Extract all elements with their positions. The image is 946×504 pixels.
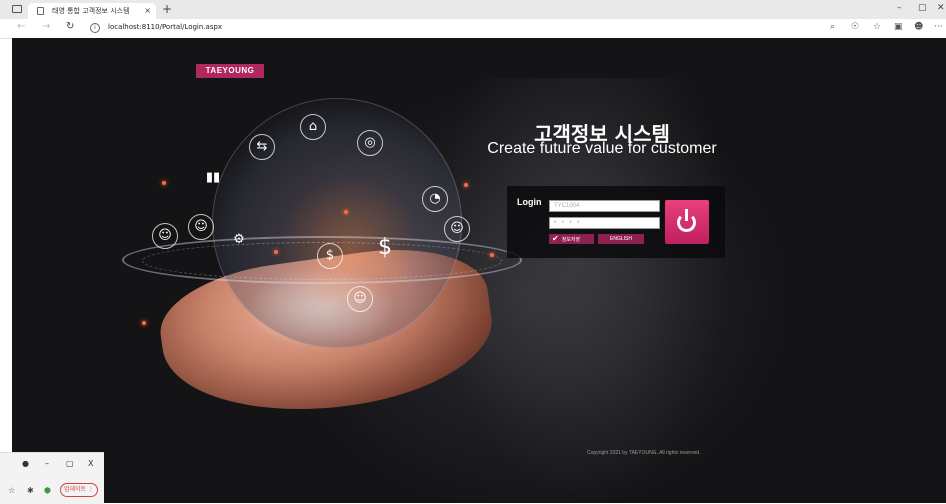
login-page: ⌂ ⇆ ◎ ▮▮ ◔ ☺ ☺ ☺ ☺ $ $ ⚙ TAEYOUNG 고객정보 시… <box>12 38 946 503</box>
new-tab-button[interactable]: + <box>162 2 172 16</box>
window-menu-icon[interactable] <box>12 5 22 13</box>
tab-close-icon[interactable]: × <box>144 3 151 19</box>
light-spark <box>142 321 146 325</box>
remember-label: 정보저장 <box>561 237 581 243</box>
target-icon: ◎ <box>357 130 383 156</box>
page-subtitle: Create future value for customer <box>487 140 717 157</box>
english-button[interactable]: ENGLISH <box>598 234 644 244</box>
reload-icon[interactable]: ↻ <box>66 21 74 32</box>
light-spark <box>490 253 494 257</box>
copyright-text: Copyright 2021 by TAEYOUNG, All rights r… <box>587 450 701 456</box>
mini-profile-icon[interactable]: ● <box>22 459 29 468</box>
mini-minimize-button[interactable]: – <box>45 459 49 468</box>
mini-browser-window: ● – ▢ X ☆ ✱ ⬢ 업데이트 ⋮ <box>0 452 104 504</box>
mini-restore-button[interactable]: ▢ <box>66 459 74 468</box>
search-icon[interactable]: ⌕ <box>830 22 835 32</box>
remember-checkbox[interactable]: ✔ 정보저장 <box>549 234 594 244</box>
user-icon: ☺ <box>152 223 178 249</box>
dollar-icon: $ <box>378 235 392 260</box>
browser-tab-bar: 태영 통합 고객정보 시스템 × + – ▢ ✕ <box>0 0 946 19</box>
mini-update-button[interactable]: 업데이트 ⋮ <box>60 483 98 497</box>
user-icon: ☺ <box>188 214 214 240</box>
mini-update-label: 업데이트 <box>63 486 87 493</box>
mini-close-button[interactable]: X <box>88 459 93 468</box>
login-label: Login <box>517 197 542 207</box>
tab-title: 태영 통합 고객정보 시스템 <box>52 7 130 15</box>
login-panel: Login TYC1004 • • • • ✔ 정보저장 ENGLISH <box>507 186 725 258</box>
browser-tab[interactable]: 태영 통합 고객정보 시스템 × <box>28 3 156 19</box>
globe-outline <box>212 98 462 348</box>
collections-icon[interactable]: ▣ <box>894 22 903 32</box>
light-spark <box>464 183 468 187</box>
bank-icon: ⌂ <box>300 114 326 140</box>
light-spark <box>162 181 166 185</box>
login-button[interactable] <box>665 200 709 244</box>
site-info-icon[interactable]: i <box>90 23 100 33</box>
page-favicon-icon <box>37 7 44 15</box>
read-aloud-icon[interactable]: ☉ <box>851 22 859 32</box>
mini-favorite-icon[interactable]: ☆ <box>8 486 15 495</box>
minimize-button[interactable]: – <box>897 3 902 13</box>
pie-chart-icon: ◔ <box>422 186 448 212</box>
light-spark <box>344 210 348 214</box>
light-spark <box>274 250 278 254</box>
bar-chart-icon: ▮▮ <box>205 170 221 185</box>
coin-icon: $ <box>317 243 343 269</box>
back-icon[interactable]: ← <box>17 21 25 32</box>
power-icon-bar <box>685 209 688 221</box>
mini-shield-icon[interactable]: ⬢ <box>44 486 51 495</box>
user-icon: ☺ <box>444 216 470 242</box>
favorites-icon[interactable]: ☆ <box>873 22 881 32</box>
taeyoung-logo: TAEYOUNG <box>196 64 264 78</box>
user-id-input[interactable]: TYC1004 <box>549 200 660 212</box>
forward-icon[interactable]: → <box>42 21 50 32</box>
url-text: localhost:8110/Portal/Login.aspx <box>108 23 223 31</box>
checkmark-icon: ✔ <box>552 234 559 243</box>
user-icon: ☺ <box>347 286 373 312</box>
maximize-button[interactable]: ▢ <box>918 3 927 13</box>
close-window-button[interactable]: ✕ <box>937 3 945 13</box>
exchange-icon: ⇆ <box>249 134 275 160</box>
url-field[interactable]: i localhost:8110/Portal/Login.aspx <box>90 23 222 33</box>
address-bar: ← → ↻ i localhost:8110/Portal/Login.aspx … <box>0 19 946 39</box>
password-input[interactable]: • • • • <box>549 217 660 229</box>
mini-extension-icon[interactable]: ✱ <box>27 486 34 495</box>
robot-arm-icon: ⚙ <box>233 232 245 247</box>
more-menu-icon[interactable]: ··· <box>934 22 943 32</box>
profile-icon[interactable]: ☻ <box>914 22 923 32</box>
